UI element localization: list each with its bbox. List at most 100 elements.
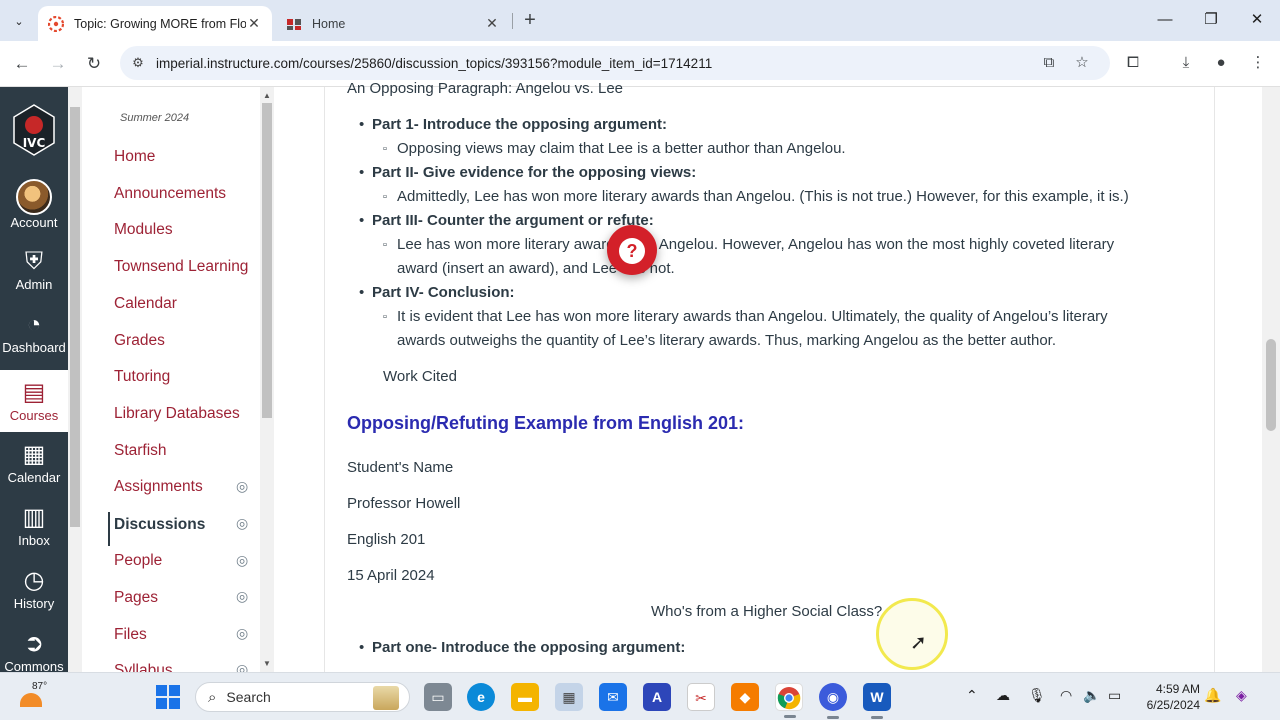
url-text[interactable]: imperial.instructure.com/courses/25860/d… — [156, 56, 712, 71]
chrome-icon[interactable] — [775, 683, 803, 718]
tab-discussion-topic[interactable]: Topic: Growing MORE from Flo ✕ — [38, 6, 272, 41]
edge-icon[interactable]: e — [467, 683, 495, 711]
close-window-button[interactable]: ✕ — [1234, 8, 1280, 32]
global-navigation: IVC Account ⛨ Admin ◔ Dashboard ▤ Course… — [0, 87, 68, 674]
outline-part-3: Part III- Counter the argument or refute… — [372, 212, 654, 229]
microsoft-store-icon[interactable]: ▦ — [555, 683, 583, 711]
forward-button[interactable]: → — [45, 51, 71, 77]
windows-start-icon[interactable] — [156, 685, 180, 709]
global-nav-label: Account — [10, 215, 58, 230]
course-nav-scrollbar-thumb[interactable] — [262, 103, 272, 418]
tab-home[interactable]: Home ✕ — [276, 6, 510, 41]
course-nav-home[interactable]: Home — [114, 148, 155, 166]
extensions-icon[interactable]: ⧠ — [1122, 52, 1144, 74]
course-nav-announcements[interactable]: Announcements — [114, 185, 226, 203]
close-tab-icon[interactable]: ✕ — [246, 15, 262, 32]
reload-button[interactable]: ↻ — [81, 51, 107, 77]
course-nav-people[interactable]: People — [114, 552, 162, 570]
course-nav-calendar[interactable]: Calendar — [114, 295, 177, 313]
tab-search-chevron-icon[interactable]: ⌄ — [6, 8, 32, 34]
course-nav-syllabus[interactable]: Syllabus — [114, 662, 173, 672]
course-nav-files[interactable]: Files — [114, 626, 147, 644]
menu-kebab-icon[interactable]: ⋮ — [1247, 52, 1269, 74]
page-scrollbar-thumb[interactable] — [1266, 339, 1276, 431]
global-nav-calendar[interactable]: ▦ Calendar — [0, 432, 68, 494]
battery-icon[interactable]: ▭ — [1108, 687, 1121, 704]
volume-icon[interactable]: 🔈 — [1083, 687, 1100, 704]
help-button[interactable]: ? — [607, 225, 657, 275]
system-clock[interactable]: 4:59 AM 6/25/2024 — [1138, 681, 1200, 713]
file-explorer-icon[interactable]: ▬ — [511, 683, 539, 711]
show-hidden-icons-chevron-icon[interactable]: ⌃ — [966, 687, 978, 704]
new-tab-button[interactable]: + — [518, 9, 542, 33]
word-icon[interactable]: W — [863, 683, 891, 719]
page-scrollbar[interactable] — [1262, 87, 1280, 672]
course-nav-tutoring[interactable]: Tutoring — [114, 368, 170, 386]
scroll-down-arrow-icon[interactable]: ▼ — [263, 659, 271, 668]
outline-sub-1: ▫ Opposing views may claim that Lee is a … — [383, 137, 846, 161]
global-nav-courses[interactable]: ▤ Courses — [0, 370, 68, 432]
recorder-app-icon[interactable]: ◉ — [819, 683, 847, 719]
install-app-icon[interactable]: ⧉ — [1038, 52, 1060, 74]
global-nav-history[interactable]: ◷ History — [0, 558, 68, 620]
global-nav-label: Inbox — [18, 533, 50, 548]
global-nav-dashboard[interactable]: ◔ Dashboard — [0, 302, 68, 364]
content-border-left — [324, 87, 325, 672]
bullet-dot: • — [359, 164, 365, 181]
download-icon[interactable]: ⤓ — [1175, 52, 1197, 74]
student-name-line: Student's Name — [347, 459, 454, 476]
sub-bullet-icon: ▫ — [383, 311, 387, 323]
notification-bell-icon[interactable]: 🔔 — [1204, 687, 1221, 704]
global-nav-admin[interactable]: ⛨ Admin — [0, 239, 68, 301]
mail-icon[interactable]: ✉ — [599, 683, 627, 711]
course-nav-starfish[interactable]: Starfish — [114, 442, 167, 460]
profile-icon[interactable]: ● — [1210, 52, 1232, 74]
essay-part-one: Part one- Introduce the opposing argumen… — [372, 639, 686, 656]
hidden-eye-icon: ◎ — [236, 515, 249, 531]
course-nav-grades[interactable]: Grades — [114, 332, 165, 350]
course-nav-pages[interactable]: Pages — [114, 589, 158, 607]
course-term: Summer 2024 — [120, 112, 190, 124]
paragraph-title: An Opposing Paragraph: Angelou vs. Lee — [347, 80, 624, 97]
layers-app-icon[interactable]: ◆ — [731, 683, 759, 711]
book-icon: ▤ — [22, 379, 46, 406]
back-button[interactable]: ← — [9, 51, 35, 77]
course-nav-library-databases[interactable]: Library Databases — [114, 405, 240, 423]
site-info-icon[interactable]: ⚙ — [120, 55, 156, 71]
global-nav-commons[interactable]: ➲ Commons — [0, 621, 68, 674]
taskbar-search[interactable]: ⌕ Search — [195, 682, 410, 712]
gnav-scrollbar-thumb[interactable] — [70, 107, 80, 527]
global-nav-label: Courses — [9, 408, 59, 423]
browser-tab-strip: ⌄ Topic: Growing MORE from Flo ✕ Home ✕ … — [0, 0, 1280, 41]
close-tab-icon[interactable]: ✕ — [484, 15, 500, 32]
sun-icon — [20, 693, 42, 707]
canvas-favicon-icon — [48, 15, 64, 32]
search-icon: ⌕ — [208, 688, 217, 706]
hidden-eye-icon: ◎ — [236, 478, 249, 494]
tab-title: Home — [312, 16, 346, 31]
global-nav-label: Dashboard — [2, 340, 66, 355]
global-nav-inbox[interactable]: ▥ Inbox — [0, 495, 68, 557]
weather-widget[interactable]: 87° — [20, 679, 50, 715]
snip-tool-icon[interactable]: ✂ — [687, 683, 715, 711]
college-logo-icon[interactable]: IVC — [10, 103, 58, 157]
scroll-up-arrow-icon[interactable]: ▲ — [263, 91, 271, 100]
restore-button[interactable]: ❐ — [1188, 8, 1234, 32]
address-bar[interactable]: ⚙ imperial.instructure.com/courses/25860… — [120, 46, 1110, 80]
microphone-icon[interactable]: 🎙 — [1028, 687, 1046, 704]
mouse-pointer-icon: ➚ — [910, 632, 927, 654]
course-nav-discussions[interactable]: Discussions — [114, 516, 205, 534]
course-nav-assignments[interactable]: Assignments — [114, 478, 203, 496]
wifi-icon[interactable]: ◠ — [1060, 687, 1072, 704]
global-nav-account[interactable]: Account — [0, 175, 68, 237]
minimize-button[interactable]: — — [1142, 8, 1188, 32]
onedrive-cloud-icon[interactable]: ☁ — [996, 687, 1010, 704]
bookmark-star-icon[interactable]: ☆ — [1071, 52, 1093, 74]
copilot-icon[interactable]: ◈ — [1236, 687, 1247, 704]
outline-part-4: Part IV- Conclusion: — [372, 284, 515, 301]
bullet-dot: • — [359, 284, 365, 301]
task-view-icon[interactable]: ▭ — [424, 683, 452, 711]
course-nav-modules[interactable]: Modules — [114, 221, 173, 239]
course-nav-townsend-learning[interactable]: Townsend Learning — [114, 258, 248, 276]
notes-app-icon[interactable]: A — [643, 683, 671, 711]
